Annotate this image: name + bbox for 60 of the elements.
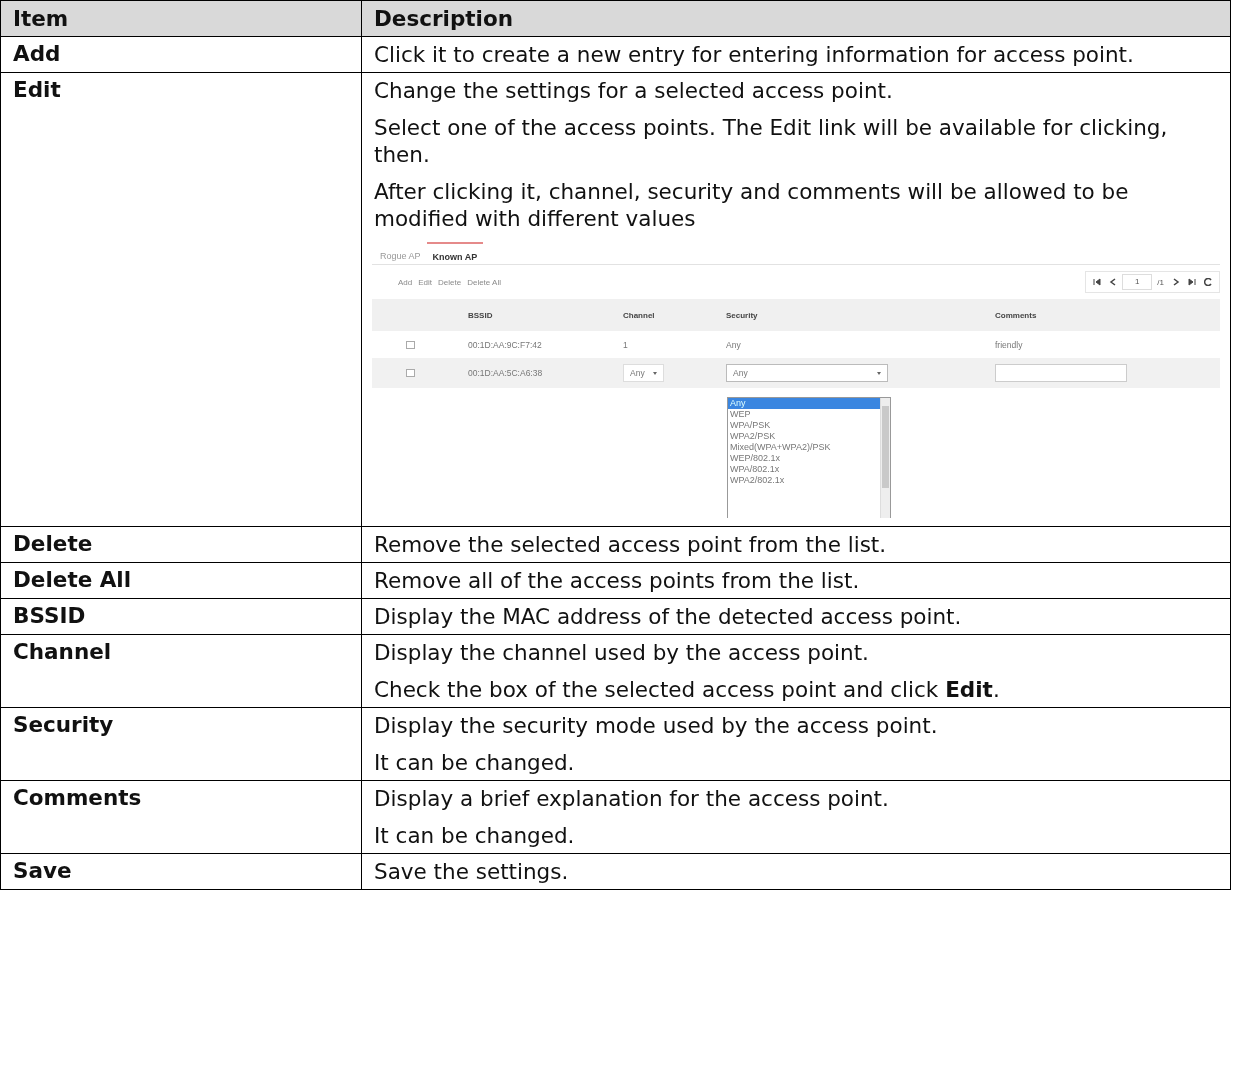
last-page-icon[interactable] [1185, 275, 1199, 289]
description-text: It can be changed. [374, 822, 576, 849]
channel-select[interactable]: Any [623, 364, 664, 382]
item-name: Delete All [13, 567, 132, 592]
security-select[interactable]: Any [726, 364, 888, 382]
dropdown-option[interactable]: Mixed(WPA+WPA2)/PSK [728, 442, 880, 453]
description-text: Save the settings. [374, 858, 570, 885]
security-text: Any [726, 339, 741, 350]
refresh-icon[interactable] [1201, 275, 1215, 289]
dropdown-option[interactable]: WPA2/802.1x [728, 475, 880, 486]
description-text: Display a brief explanation for the access point. [374, 785, 890, 812]
caret-icon [652, 371, 657, 375]
column-header: Description [361, 0, 1231, 37]
column-header: BSSID [468, 310, 493, 320]
item-name: Delete [13, 531, 93, 556]
column-header: Security [726, 310, 758, 320]
caret-icon [877, 371, 881, 375]
tab[interactable]: Rogue AP [374, 242, 427, 264]
description-text: Check the box of the selected access point and click Edit. [374, 676, 1001, 703]
item-name: Security [13, 712, 114, 737]
dropdown-option[interactable]: WPA/PSK [728, 420, 880, 431]
description-text: Display the security mode used by the access point. [374, 712, 939, 739]
dropdown-option[interactable]: WPA/802.1x [728, 464, 880, 475]
toolbar-button[interactable]: Delete All [467, 277, 501, 287]
dropdown-option[interactable]: WEP [728, 409, 880, 420]
description-text: It can be changed. [374, 749, 576, 776]
item-name: Edit [13, 77, 61, 102]
page-input[interactable]: 1 [1122, 274, 1153, 290]
toolbar-button[interactable]: Delete [438, 277, 462, 287]
item-name: Channel [13, 639, 112, 664]
tab[interactable]: Known AP [426, 242, 484, 264]
comments-text: friendly [995, 339, 1023, 350]
dropdown-option[interactable]: Any [728, 398, 880, 409]
description-text: Remove the selected access point from the list. [374, 531, 888, 558]
item-name: Add [13, 41, 61, 66]
toolbar-button[interactable]: Add [398, 277, 413, 287]
bssid-text: 00:1D:AA:9C:F7:42 [468, 339, 542, 350]
column-header: Comments [995, 310, 1037, 320]
description-text: Display the MAC address of the detected access point. [374, 603, 963, 630]
description-text: Remove all of the access points from the list. [374, 567, 861, 594]
comments-input[interactable] [995, 364, 1127, 382]
item-name: BSSID [13, 603, 86, 628]
dropdown-option[interactable]: WPA2/PSK [728, 431, 880, 442]
column-header: Channel [623, 310, 655, 320]
bssid-text: 00:1D:AA:5C:A6:38 [468, 368, 543, 378]
description-text: After clicking it, channel, security and comments will be allowed to be modified with different values [374, 178, 1130, 232]
item-name: Save [13, 858, 72, 883]
table-row[interactable]: 00:1D:AA:5C:A6:38 Any Any [372, 358, 1220, 388]
dropdown-option[interactable]: WEP/802.1x [728, 453, 880, 464]
description-text: Click it to create a new entry for entering information for access point. [374, 41, 1135, 68]
description-text: Change the settings for a selected access point. [374, 77, 894, 104]
checkbox[interactable] [406, 369, 415, 377]
checkbox[interactable] [406, 340, 415, 349]
channel-text: 1 [623, 339, 628, 350]
description-text: Select one of the access points. The Edit link will be available for clicking, then. [374, 114, 1169, 168]
toolbar-button[interactable]: Edit [418, 277, 433, 287]
description-text: Display the channel used by the access point. [374, 639, 870, 666]
column-header: Item [0, 0, 362, 37]
item-name: Comments [13, 785, 142, 810]
page-total: /1 [1156, 277, 1165, 287]
